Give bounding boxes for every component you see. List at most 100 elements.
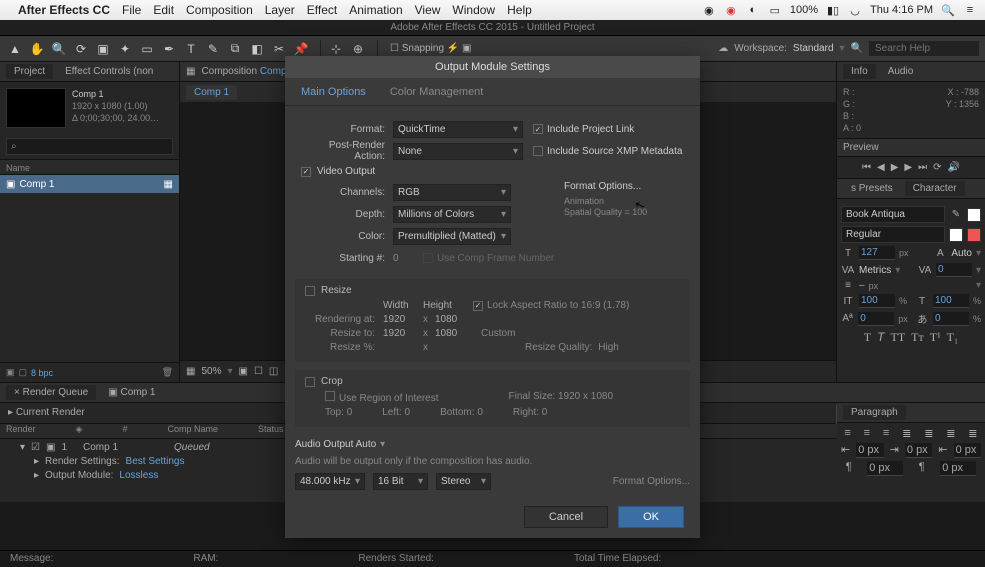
menu-extras-icon[interactable]: ≡ bbox=[963, 3, 977, 17]
resize-checkbox[interactable] bbox=[305, 286, 315, 296]
brush-tool-icon[interactable]: ✎ bbox=[204, 40, 222, 58]
zoom-select[interactable]: 50% bbox=[201, 366, 221, 377]
depth-select[interactable]: Millions of Colors bbox=[393, 206, 511, 223]
sync-icon[interactable]: ☁ bbox=[718, 43, 728, 54]
render-queue-tab[interactable]: × Render Queue bbox=[6, 385, 96, 400]
menu-file[interactable]: File bbox=[122, 3, 141, 17]
output-module-link[interactable]: Lossless bbox=[119, 469, 158, 483]
audio-bit-select[interactable]: 16 Bit bbox=[373, 473, 428, 490]
italic-btn[interactable]: T bbox=[877, 330, 884, 345]
menu-window[interactable]: Window bbox=[452, 3, 495, 17]
menu-composition[interactable]: Composition bbox=[186, 3, 253, 17]
menu-view[interactable]: View bbox=[415, 3, 441, 17]
anchor-tool-icon[interactable]: ✦ bbox=[116, 40, 134, 58]
justify-left-icon[interactable]: ≣ bbox=[902, 427, 911, 440]
snapping-checkbox[interactable]: ☐ Snapping ⚡ ▣ bbox=[390, 43, 471, 54]
ok-button[interactable]: OK bbox=[618, 506, 684, 528]
axis-mode-icon[interactable]: ⊕ bbox=[349, 40, 367, 58]
project-column-name[interactable]: Name bbox=[0, 159, 179, 175]
text-tool-icon[interactable]: T bbox=[182, 40, 200, 58]
expand-icon[interactable]: ▾ bbox=[20, 441, 25, 455]
audio-output-select[interactable]: Audio Output Auto▾ bbox=[295, 439, 385, 450]
comp-thumbnail[interactable] bbox=[6, 88, 66, 128]
format-select[interactable]: QuickTime bbox=[393, 121, 523, 138]
eyedropper-icon[interactable]: ✎ bbox=[949, 209, 963, 220]
stroke-swatch-bg[interactable] bbox=[949, 228, 963, 242]
effect-controls-tab[interactable]: Effect Controls (non bbox=[57, 64, 161, 79]
superscript-btn[interactable]: T¹ bbox=[930, 330, 941, 345]
subscript-btn[interactable]: T₁ bbox=[947, 330, 959, 345]
character-tab[interactable]: Character bbox=[905, 181, 965, 196]
main-options-tab[interactable]: Main Options bbox=[301, 86, 366, 98]
audio-channels-select[interactable]: Stereo bbox=[436, 473, 491, 490]
wifi-icon[interactable]: ◡ bbox=[848, 3, 862, 17]
justify-center-icon[interactable]: ≣ bbox=[924, 427, 933, 440]
starting-input[interactable]: 0 bbox=[393, 253, 413, 264]
font-style-select[interactable]: Regular bbox=[841, 226, 945, 243]
clock[interactable]: Thu 4:16 PM bbox=[870, 4, 933, 16]
om-expand-icon[interactable]: ▸ bbox=[34, 469, 39, 483]
tracking-input[interactable] bbox=[936, 263, 972, 277]
composition-tab-label[interactable]: Composition Comp… bbox=[201, 66, 296, 77]
airplay-icon[interactable]: ▭ bbox=[768, 3, 782, 17]
project-item-comp1[interactable]: ▣ Comp 1 ▦ bbox=[0, 175, 179, 193]
search-help-input[interactable] bbox=[869, 41, 979, 56]
space-after-input[interactable]: 0 px bbox=[940, 461, 976, 476]
leading-select[interactable]: Auto bbox=[951, 248, 972, 259]
indent-right-input[interactable]: 0 px bbox=[954, 443, 981, 458]
space-before-input[interactable]: 0 px bbox=[867, 461, 903, 476]
pen-tool-icon[interactable]: ✒ bbox=[160, 40, 178, 58]
app-name[interactable]: After Effects CC bbox=[18, 3, 110, 17]
resolution-icon[interactable]: ▣ bbox=[239, 366, 248, 377]
include-xmp-checkbox[interactable] bbox=[533, 146, 543, 156]
allcaps-btn[interactable]: TT bbox=[890, 330, 905, 345]
resize-height-input[interactable]: 1080 bbox=[435, 328, 475, 339]
menu-animation[interactable]: Animation bbox=[349, 3, 402, 17]
guides-icon[interactable]: ☐ bbox=[254, 366, 263, 377]
indent-first-input[interactable]: 0 px bbox=[905, 443, 932, 458]
enable-checkbox[interactable]: ☑ bbox=[31, 441, 40, 455]
roto-tool-icon[interactable]: ✂ bbox=[270, 40, 288, 58]
axis-tool-icon[interactable]: ⊹ bbox=[327, 40, 345, 58]
status-icon-1[interactable]: ◉ bbox=[702, 3, 716, 17]
use-roi-checkbox[interactable] bbox=[325, 391, 335, 401]
battery-icon[interactable]: ▮▯ bbox=[826, 3, 840, 17]
align-center-icon[interactable]: ≡ bbox=[864, 427, 870, 440]
delete-icon[interactable]: 🗑 bbox=[162, 367, 173, 378]
lock-aspect-checkbox[interactable] bbox=[473, 301, 483, 311]
shape-tool-icon[interactable]: ▭ bbox=[138, 40, 156, 58]
presets-tab[interactable]: s Presets bbox=[843, 181, 901, 196]
selection-tool-icon[interactable]: ▲ bbox=[6, 40, 24, 58]
workspace-select[interactable]: Standard bbox=[793, 43, 834, 54]
justify-right-icon[interactable]: ≣ bbox=[946, 427, 955, 440]
project-search-input[interactable] bbox=[6, 138, 173, 155]
include-link-checkbox[interactable] bbox=[533, 124, 543, 134]
rq-col-num-icon[interactable]: ◈ bbox=[76, 424, 83, 438]
resize-width-input[interactable]: 1920 bbox=[383, 328, 423, 339]
color-select[interactable]: Premultiplied (Matted) bbox=[393, 228, 511, 245]
justify-all-icon[interactable]: ≣ bbox=[968, 427, 977, 440]
indent-left-input[interactable]: 0 px bbox=[856, 443, 883, 458]
last-frame-icon[interactable]: ⏭ bbox=[918, 162, 927, 173]
crop-top-input[interactable]: 0 bbox=[347, 407, 353, 418]
resize-quality-select[interactable]: High bbox=[598, 342, 619, 353]
resize-preset-select[interactable]: Custom bbox=[481, 328, 651, 339]
kerning-select[interactable]: Metrics bbox=[859, 265, 891, 276]
camera-tool-icon[interactable]: ▣ bbox=[94, 40, 112, 58]
crop-checkbox[interactable] bbox=[305, 377, 315, 387]
video-output-checkbox[interactable] bbox=[301, 167, 311, 177]
zoom-tool-icon[interactable]: 🔍 bbox=[50, 40, 68, 58]
align-left-icon[interactable]: ≡ bbox=[844, 427, 850, 440]
new-folder-icon[interactable]: ▢ bbox=[19, 367, 28, 378]
spotlight-icon[interactable]: 🔍 bbox=[941, 3, 955, 17]
bpc-toggle[interactable]: 8 bpc bbox=[31, 368, 53, 378]
first-frame-icon[interactable]: ⏮ bbox=[862, 162, 871, 173]
paragraph-tab[interactable]: Paragraph bbox=[843, 405, 906, 420]
stroke-swatch[interactable] bbox=[967, 228, 981, 242]
eraser-tool-icon[interactable]: ◧ bbox=[248, 40, 266, 58]
align-right-icon[interactable]: ≡ bbox=[883, 427, 889, 440]
menu-effect[interactable]: Effect bbox=[307, 3, 337, 17]
menu-layer[interactable]: Layer bbox=[265, 3, 295, 17]
new-comp-icon[interactable]: ▣ bbox=[6, 367, 15, 378]
smallcaps-btn[interactable]: Tᴛ bbox=[911, 330, 924, 345]
